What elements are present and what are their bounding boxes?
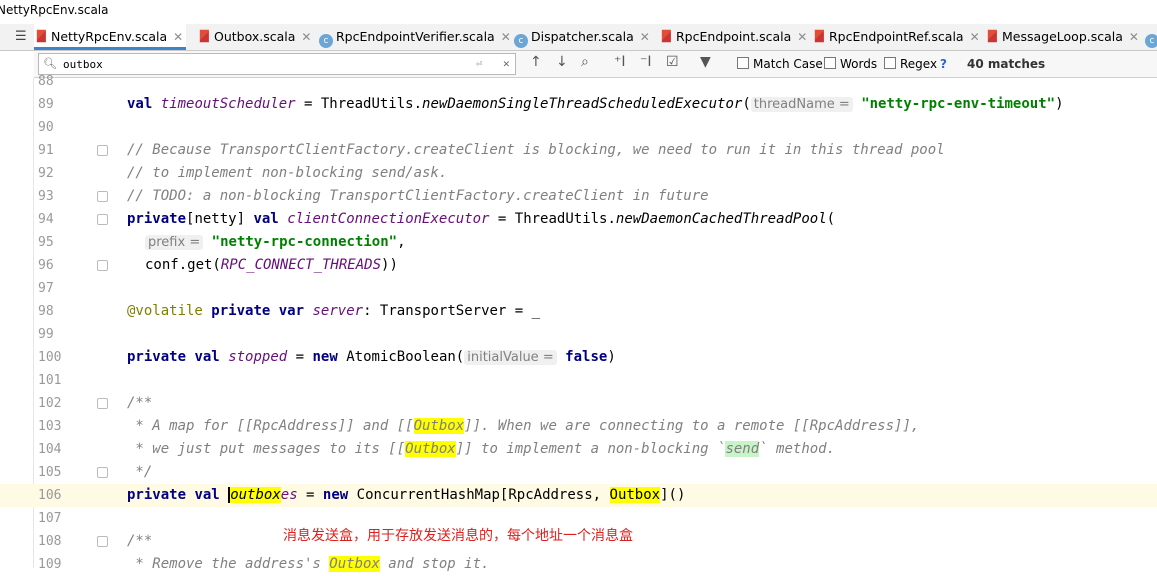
scala-file-icon — [987, 29, 997, 43]
code-line: 100 private val stopped = new AtomicBoole… — [38, 349, 616, 365]
close-icon[interactable]: ✕ — [173, 30, 183, 44]
fold-icon[interactable] — [97, 260, 108, 271]
tab-label: RpcEndpointRef.scala — [829, 29, 964, 44]
scala-file-icon — [814, 29, 824, 43]
fold-icon[interactable] — [97, 398, 108, 409]
annotation-note: 消息发送盒，用于存放发送消息的，每个地址一个消息盒 — [283, 528, 633, 544]
code-line: 102/** — [38, 395, 153, 411]
code-line: 91// Because TransportClientFactory.crea… — [38, 142, 945, 158]
fold-icon[interactable] — [97, 145, 108, 156]
search-match: Outbox — [405, 441, 456, 457]
code-line: 101 — [38, 373, 62, 388]
find-all-icon[interactable]: ⌕ — [581, 54, 589, 70]
remove-selection-icon[interactable]: ⁻Ⅰ — [640, 54, 652, 70]
code-line: 89 val timeoutScheduler = ThreadUtils.new… — [38, 96, 1064, 112]
tab-label: NettyRpcEnv.scala — [51, 29, 168, 44]
previous-occurrence-icon[interactable]: ↑ — [530, 54, 542, 70]
tab-messageloop[interactable]: MessageLoop.scala ✕ — [985, 24, 1139, 50]
current-code-line: 106 private val outboxes = new Concurrent… — [0, 484, 1157, 507]
code-line: 95 prefix = "netty-rpc-connection", — [38, 234, 406, 250]
scala-file-icon — [36, 29, 46, 43]
tab-label: Dispatcher.scala — [531, 29, 634, 44]
clear-icon[interactable]: ✕ — [503, 54, 510, 74]
tab-label: RpcEndpointVerifier.scala — [336, 29, 495, 44]
tab-rpcendpointref[interactable]: RpcEndpointRef.scala ✕ — [812, 24, 980, 50]
search-match: outbox — [228, 487, 281, 503]
fold-icon[interactable] — [97, 467, 108, 478]
code-line: 90 — [38, 120, 54, 135]
code-line: 105 */ — [38, 464, 153, 480]
search-match: Outbox — [609, 487, 661, 503]
code-line: 98 @volatile private var server: Transpor… — [38, 303, 541, 319]
regex-checkbox[interactable]: Regex — [884, 57, 937, 71]
newline-icon[interactable]: ⏎ — [476, 54, 483, 74]
scala-file-icon — [661, 29, 671, 43]
parameter-hint: prefix = — [145, 235, 204, 250]
code-line: 109 * Remove the address's Outbox and st… — [38, 556, 490, 572]
close-icon[interactable]: ✕ — [640, 30, 650, 44]
tab-nettyrpcenv[interactable]: NettyRpcEnv.scala ✕ — [34, 24, 186, 50]
code-line: 99 — [38, 327, 54, 342]
close-icon[interactable]: ✕ — [970, 30, 980, 44]
add-selection-icon[interactable]: ⁺Ⅰ — [614, 54, 626, 70]
code-line: 103 * A map for [[RpcAddress]] and [[Out… — [38, 418, 920, 434]
class-icon: c — [319, 34, 333, 48]
class-icon: c — [1145, 34, 1157, 48]
search-icon[interactable]: 🔍︎ — [43, 54, 57, 74]
code-line: 88 — [38, 74, 54, 89]
window-title: NettyRpcEnv.scala — [0, 3, 109, 17]
search-input[interactable] — [63, 55, 463, 73]
tab-dispatcher[interactable]: c Dispatcher.scala ✕ — [514, 24, 650, 50]
match-case-checkbox[interactable]: Match Case — [737, 57, 823, 71]
class-icon: c — [514, 34, 528, 48]
select-all-occurrences-icon[interactable]: ☑ — [666, 54, 679, 70]
search-match: Outbox — [329, 556, 380, 572]
editor-tab-bar: ☰ NettyRpcEnv.scala ✕ Outbox.scala ✕ c RpcE… — [0, 24, 1157, 51]
fold-icon[interactable] — [97, 214, 108, 225]
close-icon[interactable]: ✕ — [797, 30, 807, 44]
find-bar: 🔍︎ ⏎ ✕ ↑ ↓ ⌕ ⁺Ⅰ ⁻Ⅰ ☑ ▼ Match Case Words … — [34, 51, 1157, 78]
close-icon[interactable]: ✕ — [501, 30, 511, 44]
tab-label: Outbox.scala — [214, 29, 296, 44]
parameter-hint: threadName = — [750, 97, 853, 112]
tab-overflow[interactable]: c — [1145, 24, 1157, 50]
tab-label: MessageLoop.scala — [1002, 29, 1123, 44]
search-match: Outbox — [413, 418, 465, 434]
scala-file-icon — [199, 29, 209, 43]
tab-rpcendpointverifier[interactable]: c RpcEndpointVerifier.scala ✕ — [319, 24, 511, 50]
fold-icon[interactable] — [97, 191, 108, 202]
next-occurrence-icon[interactable]: ↓ — [556, 54, 568, 70]
search-box: 🔍︎ ⏎ ✕ — [38, 53, 516, 75]
close-icon[interactable]: ✕ — [301, 30, 311, 44]
fold-icon[interactable] — [97, 536, 108, 547]
tab-list-menu-icon[interactable]: ☰ — [15, 29, 27, 44]
parameter-hint: initialValue = — [464, 350, 557, 365]
regex-help-link[interactable]: ? — [940, 57, 947, 71]
filter-icon[interactable]: ▼ — [700, 54, 711, 70]
code-line: 94 private[netty] val clientConnectionExe… — [38, 211, 836, 227]
tab-outbox[interactable]: Outbox.scala ✕ — [197, 24, 311, 50]
tab-rpcendpoint[interactable]: RpcEndpoint.scala ✕ — [659, 24, 807, 50]
window-title-bar: NettyRpcEnv.scala — [0, 0, 1157, 22]
code-line: 92// to implement non-blocking send/ask. — [38, 165, 448, 181]
close-icon[interactable]: ✕ — [1129, 30, 1139, 44]
code-editor[interactable]: 88 89 val timeoutScheduler = ThreadUtils.… — [0, 74, 1157, 576]
words-checkbox[interactable]: Words — [824, 57, 877, 71]
code-line: 97 — [38, 281, 54, 296]
code-line: 96 conf.get(RPC_CONNECT_THREADS)) — [38, 257, 398, 273]
tab-label: RpcEndpoint.scala — [676, 29, 792, 44]
code-line: 104 * we just put messages to its [[Outb… — [38, 441, 836, 457]
code-line: 93// TODO: a non-blocking TransportClien… — [38, 188, 709, 204]
match-count: 40 matches — [967, 57, 1046, 71]
